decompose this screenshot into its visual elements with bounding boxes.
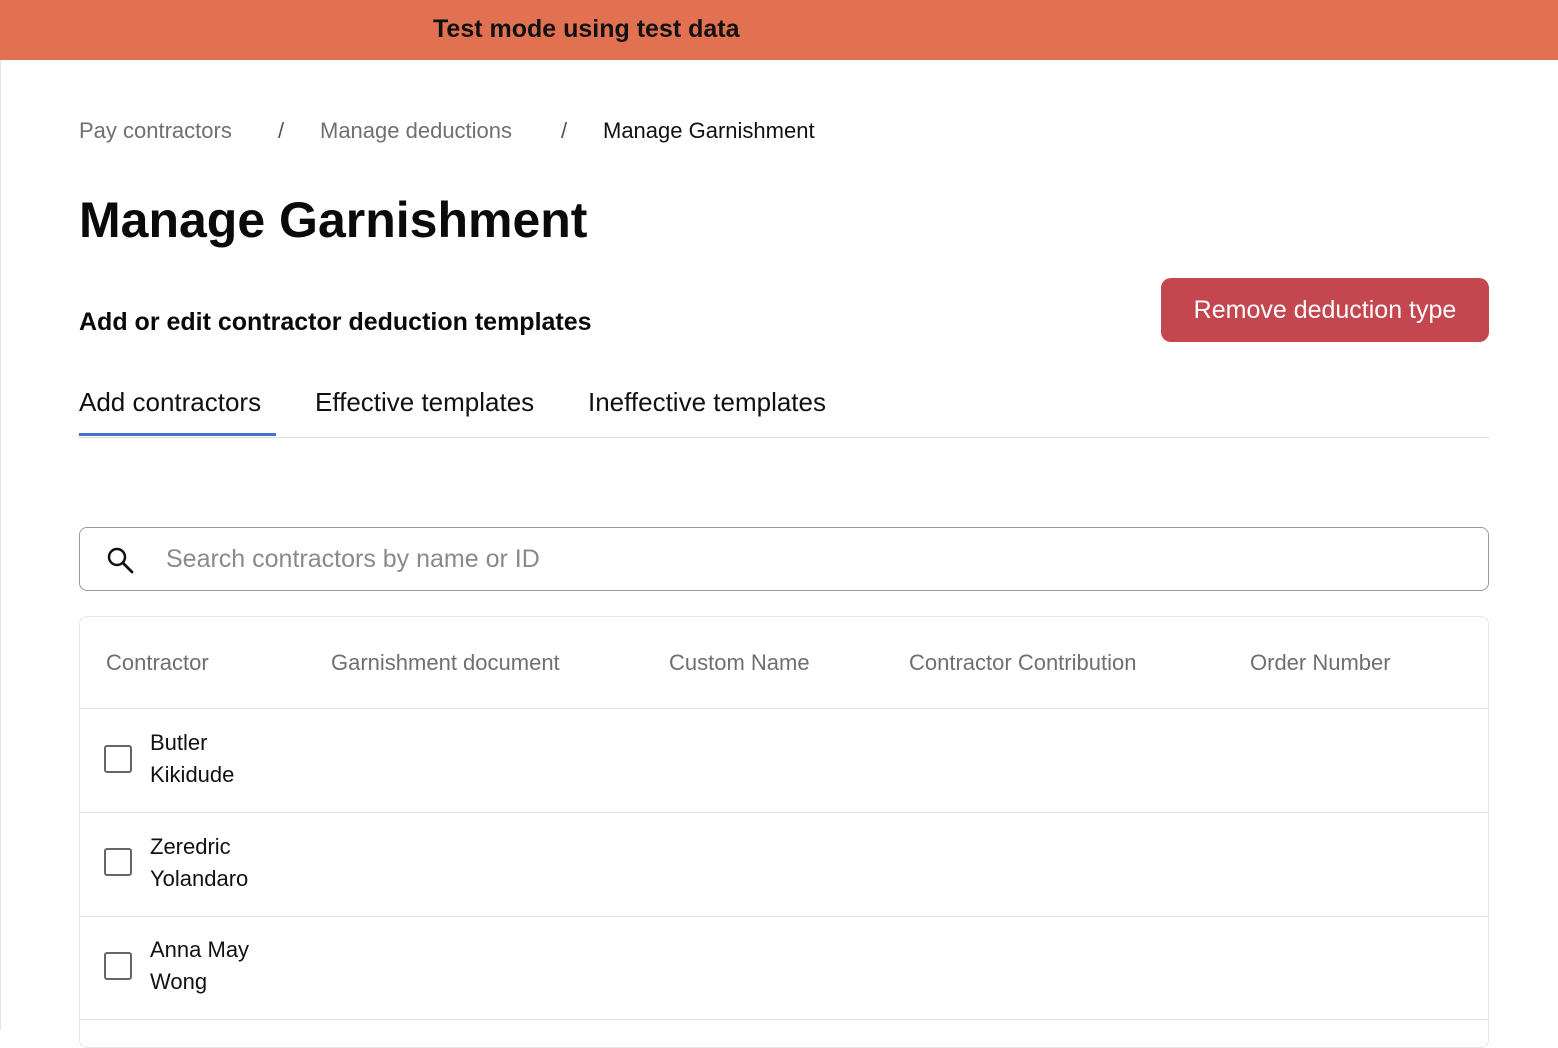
search-input[interactable]	[166, 538, 1466, 580]
breadcrumb-separator: /	[561, 118, 568, 143]
row-checkbox[interactable]	[104, 952, 132, 980]
column-header-contractor: Contractor	[106, 650, 209, 675]
column-header-custom-name: Custom Name	[669, 650, 810, 675]
test-mode-banner: Test mode using test data	[0, 0, 1558, 60]
tab-bar: Add contractors Effective templates Inef…	[79, 380, 1489, 438]
breadcrumb-manage-deductions[interactable]: Manage deductions	[320, 116, 512, 146]
tab-effective-templates[interactable]: Effective templates	[315, 385, 534, 419]
contractor-last-name: Wong	[150, 969, 208, 994]
contractor-first-name: Anna May	[150, 937, 250, 962]
breadcrumb-separator: /	[278, 118, 285, 143]
contractor-name: Anna May Wong	[150, 934, 300, 998]
contractor-last-name: Yolandaro	[150, 866, 249, 891]
search-icon	[106, 546, 134, 574]
contractor-last-name: Kikidude	[150, 762, 235, 787]
column-header-order-number: Order Number	[1250, 650, 1391, 675]
contractor-first-name: Zeredric	[150, 834, 231, 859]
table-row: Anna May Wong	[80, 916, 1488, 1020]
remove-deduction-type-button[interactable]: Remove deduction type	[1161, 278, 1489, 342]
breadcrumb-current: Manage Garnishment	[603, 118, 815, 143]
page-subtitle: Add or edit contractor deduction templat…	[79, 308, 592, 336]
tab-add-contractors[interactable]: Add contractors	[79, 385, 261, 419]
table-header: Contractor Garnishment document Custom N…	[80, 617, 1488, 709]
active-tab-indicator	[79, 433, 276, 436]
row-checkbox[interactable]	[104, 848, 132, 876]
contractor-first-name: Butler	[150, 730, 208, 755]
contractors-table: Contractor Garnishment document Custom N…	[79, 616, 1489, 1048]
row-checkbox[interactable]	[104, 745, 132, 773]
contractor-name: Zeredric Yolandaro	[150, 831, 300, 895]
search-box[interactable]	[79, 527, 1489, 591]
column-header-garnishment-document: Garnishment document	[331, 650, 560, 675]
column-header-contractor-contribution: Contractor Contribution	[909, 650, 1137, 675]
table-row: Zeredric Yolandaro	[80, 813, 1488, 917]
tab-ineffective-templates[interactable]: Ineffective templates	[588, 385, 826, 419]
page-title: Manage Garnishment	[79, 192, 588, 248]
test-mode-text: Test mode using test data	[433, 15, 740, 43]
page-edge-divider	[0, 60, 1, 1030]
breadcrumb-pay-contractors[interactable]: Pay contractors	[79, 116, 232, 146]
table-row: Butler Kikidude	[80, 709, 1488, 813]
contractor-name: Butler Kikidude	[150, 727, 300, 791]
